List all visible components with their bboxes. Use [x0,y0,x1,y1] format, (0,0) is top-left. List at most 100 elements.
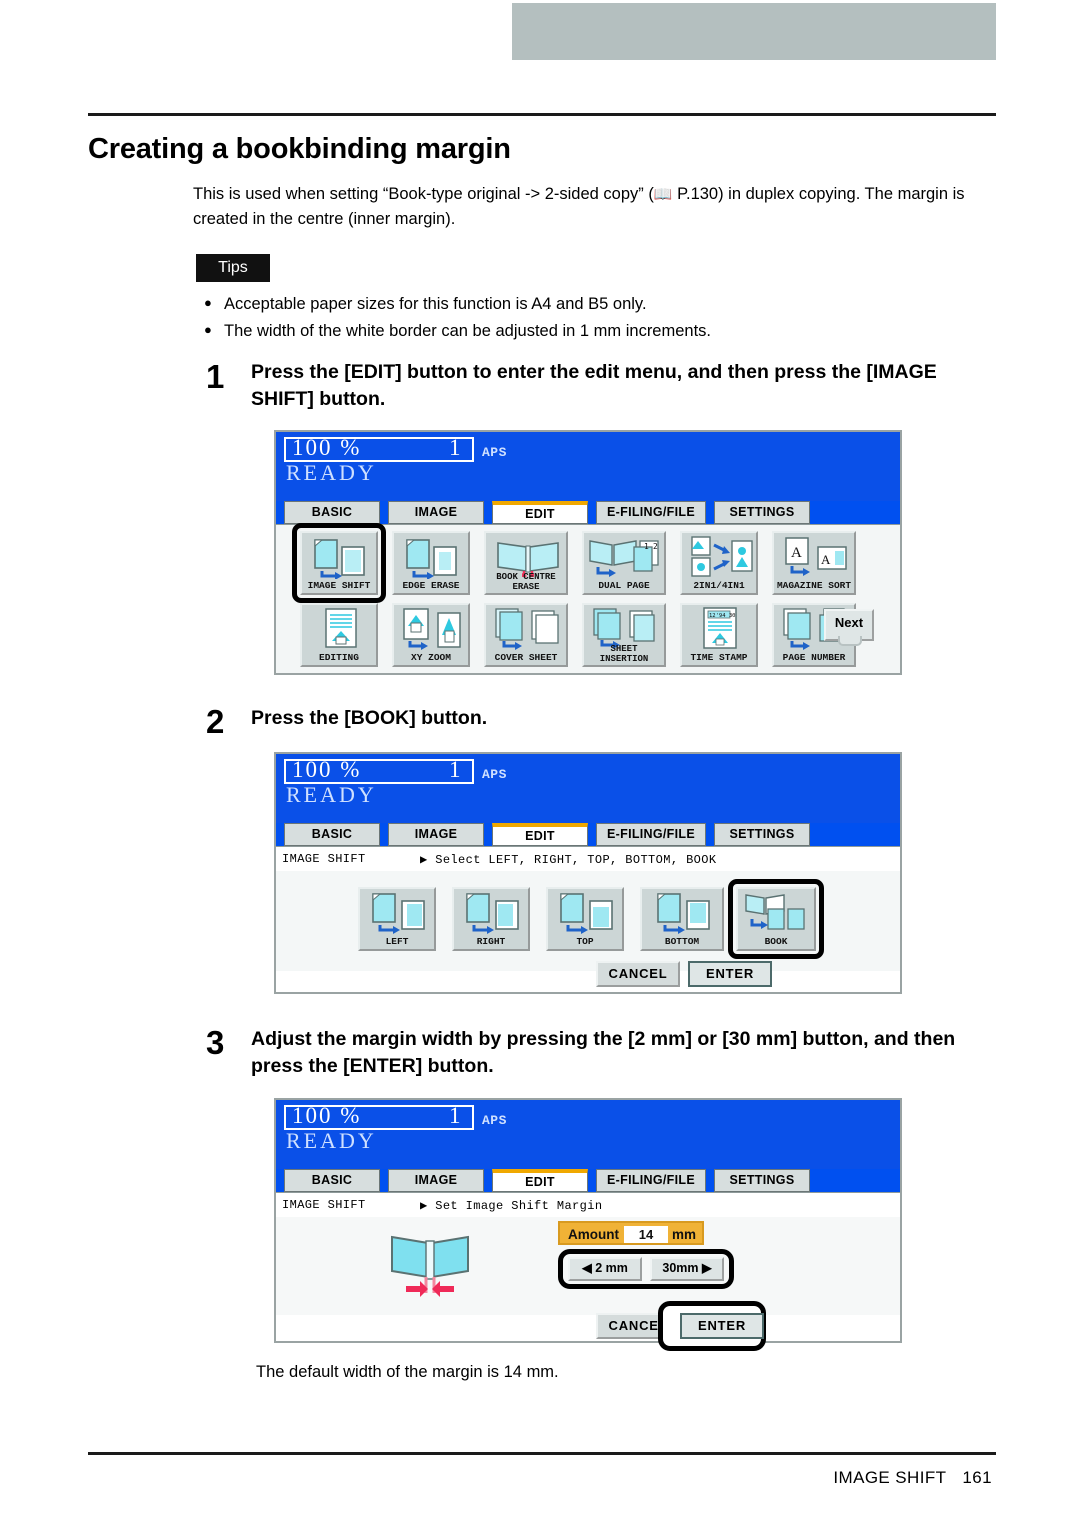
shift-left-icon [360,891,434,934]
tab-efiling-file[interactable]: E-FILING/FILE [596,823,706,846]
step-number-2: 2 [206,703,225,740]
aps-indicator: APS [482,445,507,460]
dual-page-icon: 1 2 [584,535,664,577]
svg-text:1: 1 [644,542,649,551]
button-sheet-insertion[interactable]: SHEET INSERTION [582,603,666,667]
tips-list: ● Acceptable paper sizes for this functio… [196,292,996,346]
lcd-status-area: 100 % 1 APS READY [276,432,900,501]
step-number-1: 1 [206,358,225,395]
tab-edit[interactable]: EDIT [492,501,588,524]
enter-button[interactable]: ENTER [680,1313,764,1339]
feature-hint: ▶ Select LEFT, RIGHT, TOP, BOTTOM, BOOK [420,853,717,867]
cancel-button[interactable]: CANCEL [596,961,680,987]
tab-edit[interactable]: EDIT [492,1169,588,1192]
tab-efiling-file[interactable]: E-FILING/FILE [596,501,706,524]
footer-rule [88,1452,996,1455]
amount-value: 14 [624,1226,668,1243]
next-button[interactable]: Next [824,609,874,646]
feature-label: IMAGE SHIFT [282,1198,366,1212]
button-label: MAGAZINE SORT [776,580,852,591]
page-number: 161 [962,1468,992,1487]
tab-edit[interactable]: EDIT [492,823,588,846]
button-xy-zoom[interactable]: XY ZOOM [392,603,470,667]
tab-basic[interactable]: BASIC [284,501,380,524]
enter-button[interactable]: ENTER [688,961,772,987]
manual-page: Creating a bookbinding margin This is us… [0,0,1080,1526]
tab-image[interactable]: IMAGE [388,501,484,524]
tab-image[interactable]: IMAGE [388,1169,484,1192]
button-shift-bottom[interactable]: BOTTOM [640,887,724,951]
list-item: ● Acceptable paper sizes for this functio… [196,292,996,316]
2in1-4in1-icon [682,535,756,577]
zoom-ratio-value: 100 % [292,435,362,460]
step-text-3: Adjust the margin width by pressing the … [251,1028,956,1077]
button-label: COVER SHEET [494,652,558,663]
button-edge-erase[interactable]: EDGE ERASE [392,531,470,595]
book-margin-preview-icon [376,1223,486,1307]
time-stamp-icon: 12'94 30 [682,607,756,649]
aps-indicator: APS [482,767,507,782]
copy-count-value: 1 [449,1103,461,1128]
lcd-content-area: IMAGE SHIFT EDGE ERASE BOOK CENTRE ERASE… [276,523,900,673]
lcd-screen-image-shift-select: 100 % 1 APS READY BASIC IMAGE EDIT E-FIL… [274,752,902,994]
footer-section: IMAGE SHIFT [833,1468,947,1487]
button-cover-sheet[interactable]: COVER SHEET [484,603,568,667]
tab-efiling-file[interactable]: E-FILING/FILE [596,1169,706,1192]
button-editing[interactable]: EDITING [300,603,378,667]
highlight-ring-margin-stepper [558,1249,734,1289]
button-label: EDITING [319,652,359,663]
shift-top-icon [548,891,622,934]
lcd-tab-row: BASIC IMAGE EDIT E-FILING/FILE SETTINGS [276,1169,900,1192]
tab-settings[interactable]: SETTINGS [714,501,810,524]
editing-icon [302,607,376,648]
svg-text:2: 2 [653,542,658,551]
button-label: 2IN1/4IN1 [693,580,745,591]
magazine-sort-icon: A A [774,535,854,576]
tab-image[interactable]: IMAGE [388,823,484,846]
lcd-status-area: 100 % 1 APS READY [276,1100,900,1169]
status-text: READY [286,460,377,485]
tab-basic[interactable]: BASIC [284,823,380,846]
tab-settings[interactable]: SETTINGS [714,1169,810,1192]
button-time-stamp[interactable]: 12'94 30 TIME STAMP [680,603,758,667]
bullet-icon: ● [204,295,212,310]
aps-indicator: APS [482,1113,507,1128]
button-label: SHEET INSERTION [599,644,649,664]
lcd-status-area: 100 % 1 APS READY [276,754,900,823]
svg-text:12'94 30: 12'94 30 [709,613,736,619]
lcd-screen-edit-menu: 100 % 1 APS READY BASIC IMAGE EDIT E-FIL… [274,430,902,675]
button-label: RIGHT [476,936,506,947]
button-2in1-4in1[interactable]: 2IN1/4IN1 [680,531,758,595]
intro-paragraph: This is used when setting “Book-type ori… [193,185,965,228]
feature-hint: ▶ Set Image Shift Margin [420,1199,603,1213]
page-title: Creating a bookbinding margin [88,133,511,165]
button-shift-top[interactable]: TOP [546,887,624,951]
button-book-centre-erase[interactable]: BOOK CENTRE ERASE [484,531,568,595]
step-text-1: Press the [EDIT] button to enter the edi… [251,361,937,410]
lcd-tab-row: BASIC IMAGE EDIT E-FILING/FILE SETTINGS [276,501,900,524]
status-text: READY [286,782,377,807]
button-magazine-sort[interactable]: A A MAGAZINE SORT [772,531,856,595]
edge-erase-icon [394,535,468,579]
bullet-icon: ● [204,322,212,337]
tab-basic[interactable]: BASIC [284,1169,380,1192]
svg-text:A: A [791,545,802,561]
zoom-ratio-value: 100 % [292,1103,362,1128]
tab-settings[interactable]: SETTINGS [714,823,810,846]
button-dual-page[interactable]: 1 2 DUAL PAGE [582,531,666,595]
default-width-note: The default width of the margin is 14 mm… [256,1363,559,1381]
list-item: ● The width of the white border can be ad… [196,319,996,343]
highlight-ring-image-shift [292,523,386,603]
step-number-3: 3 [206,1024,225,1061]
button-shift-left[interactable]: LEFT [358,887,436,951]
copy-count-value: 1 [449,757,461,782]
button-shift-right[interactable]: RIGHT [452,887,530,951]
footer: IMAGE SHIFT 161 [833,1468,992,1488]
cover-sheet-icon [486,607,566,650]
button-label: BOTTOM [664,936,700,947]
button-label: PAGE NUMBER [782,652,846,663]
amount-display: Amount : 14 mm [558,1221,704,1245]
zoom-ratio-value: 100 % [292,757,362,782]
button-label: TOP [576,936,594,947]
status-text: READY [286,1128,377,1153]
